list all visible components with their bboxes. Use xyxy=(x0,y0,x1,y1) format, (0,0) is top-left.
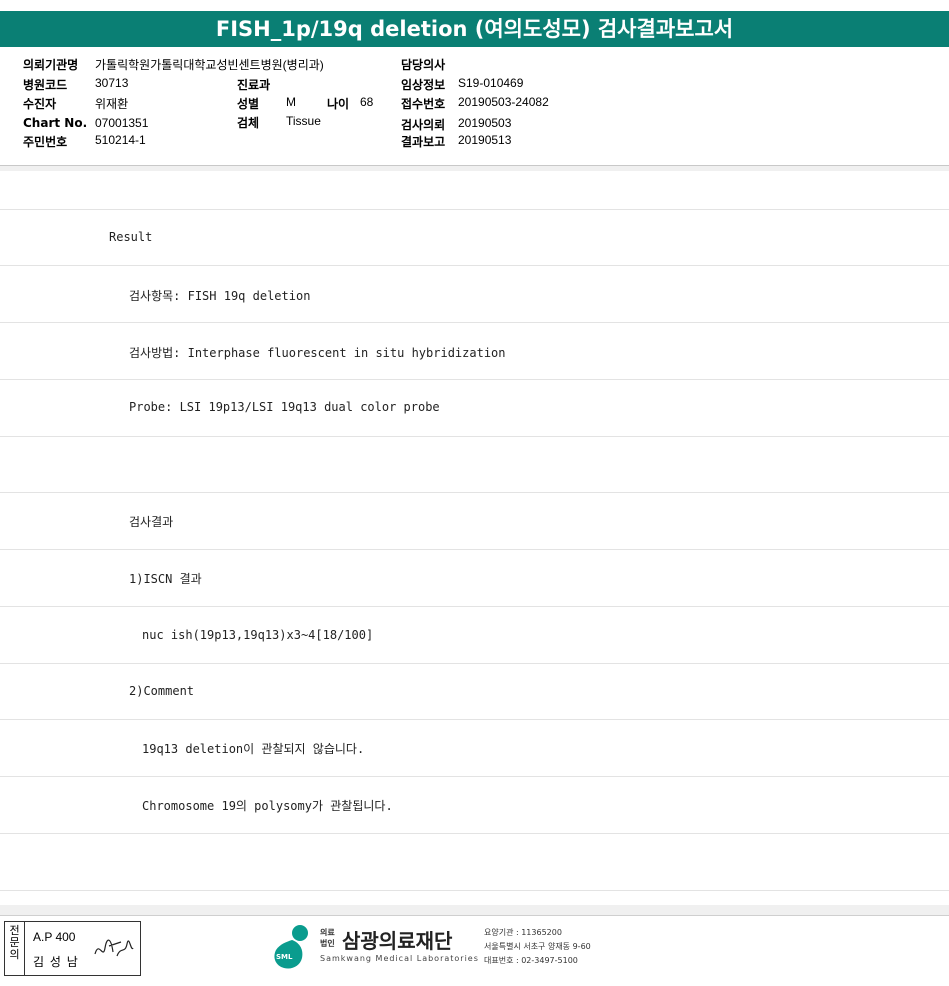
stamp-code: A.P 400 xyxy=(33,930,76,944)
specimen-label: 검체 xyxy=(237,116,260,130)
sml-logo: SML 의료 법인 삼광의료재단 Samkwang Medical Labora… xyxy=(270,922,600,978)
sex-value: M xyxy=(286,95,296,109)
age-label: 나이 xyxy=(327,97,350,111)
doctor-label: 담당의사 xyxy=(401,58,446,72)
result-line: 2)Comment xyxy=(129,684,195,698)
stamp-name: 김 성 남 xyxy=(33,955,79,969)
report-value: 20190513 xyxy=(458,133,512,147)
stamp-side-text: 전문의 xyxy=(9,924,20,961)
result-line: 19q13 deletion이 관찰되지 않습니다. xyxy=(142,742,365,756)
result-line: 1)ISCN 결과 xyxy=(129,572,202,586)
result-line: Chromosome 19의 polysomy가 관찰됩니다. xyxy=(142,799,393,813)
report-header: 의뢰기관명 가톨릭학원가톨릭대학교성빈센트병원(병리과) 병원코드 30713 … xyxy=(0,47,949,166)
report-title: FISH_1p/19q deletion (여의도성모) 검사결과보고서 xyxy=(0,11,949,47)
recipient-value: 위재환 xyxy=(95,97,129,111)
result-line: 검사방법: Interphase fluorescent in situ hyb… xyxy=(129,346,506,360)
result-row: 2)Comment xyxy=(0,664,949,720)
resident-label: 주민번호 xyxy=(23,135,68,149)
result-row: 19q13 deletion이 관찰되지 않습니다. xyxy=(0,720,949,777)
result-row: 검사항목: FISH 19q deletion xyxy=(0,266,949,323)
report-footer: 전문의 A.P 400 김 성 남 SML 의료 법인 삼광의료재단 Samkw… xyxy=(0,915,949,986)
result-row xyxy=(0,171,949,210)
result-line: 검사항목: FISH 19q deletion xyxy=(129,289,311,303)
contact-line-1: 요양기관 : 11365200 xyxy=(484,928,562,937)
request-label: 검사의뢰 xyxy=(401,118,446,132)
receipt-value: 20190503-24082 xyxy=(458,95,549,109)
result-row: Chromosome 19의 polysomy가 관찰됩니다. xyxy=(0,777,949,834)
result-row: Probe: LSI 19p13/LSI 19q13 dual color pr… xyxy=(0,380,949,437)
org-name: 삼광의료재단 xyxy=(342,929,453,953)
report-label: 결과보고 xyxy=(401,135,446,149)
clinical-label: 임상정보 xyxy=(401,78,446,92)
recipient-label: 수진자 xyxy=(23,97,57,111)
resident-value: 510214-1 xyxy=(95,133,146,147)
hospital-code-value: 30713 xyxy=(95,76,129,90)
result-line: Result xyxy=(109,230,153,244)
result-line: Probe: LSI 19p13/LSI 19q13 dual color pr… xyxy=(129,400,440,414)
institution-label: 의뢰기관명 xyxy=(23,58,79,72)
result-row: 검사결과 xyxy=(0,493,949,550)
specialist-stamp: 전문의 A.P 400 김 성 남 xyxy=(4,921,141,976)
footer-gap xyxy=(0,905,949,915)
institution-value: 가톨릭학원가톨릭대학교성빈센트병원(병리과) xyxy=(95,58,324,72)
result-row: 1)ISCN 결과 xyxy=(0,550,949,607)
result-line: nuc ish(19p13,19q13)x3~4[18/100] xyxy=(142,628,374,642)
result-row: Result xyxy=(0,210,949,266)
stamp-side-label: 전문의 xyxy=(5,922,25,975)
contact-line-2: 서울특별시 서초구 양재동 9-60 xyxy=(484,942,591,951)
contact-line-3: 대표번호 : 02-3497-5100 xyxy=(484,956,578,965)
result-row xyxy=(0,437,949,493)
logo-badge-text: SML xyxy=(276,953,293,961)
result-row: nuc ish(19p13,19q13)x3~4[18/100] xyxy=(0,607,949,664)
org-name-en: Samkwang Medical Laboratories xyxy=(320,954,479,963)
sex-label: 성별 xyxy=(237,97,260,111)
result-row xyxy=(0,834,949,891)
specimen-value: Tissue xyxy=(286,114,321,128)
signature-icon xyxy=(94,939,134,957)
hospital-code-label: 병원코드 xyxy=(23,78,68,92)
request-value: 20190503 xyxy=(458,116,512,130)
dept-label: 진료과 xyxy=(237,78,271,92)
result-row: 검사방법: Interphase fluorescent in situ hyb… xyxy=(0,323,949,380)
chart-value: 07001351 xyxy=(95,116,149,130)
age-value: 68 xyxy=(360,95,374,109)
sml-logo-icon xyxy=(274,925,308,969)
clinical-value: S19-010469 xyxy=(458,76,524,90)
org-prefix-bottom: 법인 xyxy=(320,939,335,948)
result-line: 검사결과 xyxy=(129,515,174,529)
chart-label: Chart No. xyxy=(23,116,88,130)
org-prefix-top: 의료 xyxy=(320,928,335,937)
receipt-label: 접수번호 xyxy=(401,97,446,111)
